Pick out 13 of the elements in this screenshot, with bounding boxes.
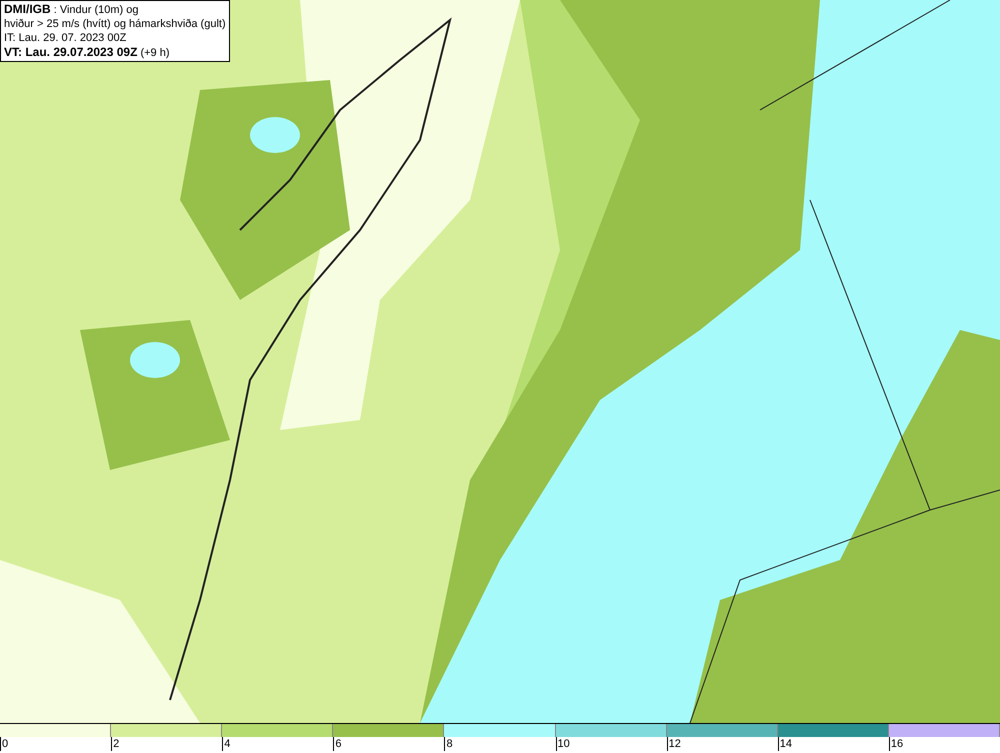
legend-label: 14 xyxy=(778,737,792,751)
legend-label: 2 xyxy=(111,737,120,751)
legend-label: 8 xyxy=(444,737,453,751)
valid-time: VT: Lau. 29.07.2023 09Z (+9 h) xyxy=(4,45,171,60)
issue-time: IT: Lau. 29. 07. 2023 00Z xyxy=(4,31,128,45)
legend-label: 12 xyxy=(666,737,681,751)
legend-label: 10 xyxy=(556,737,570,751)
map-title: DMI/IGB : Vindur (10m) og xyxy=(4,2,140,17)
legend-label: 16 xyxy=(888,737,904,751)
legend-label: 0 xyxy=(0,737,8,751)
legend-label: 6 xyxy=(333,737,342,751)
map-subtitle: hviður > 25 m/s (hvítt) og hámarkshviða (gult) xyxy=(4,17,226,31)
legend-label: 4 xyxy=(222,737,230,751)
